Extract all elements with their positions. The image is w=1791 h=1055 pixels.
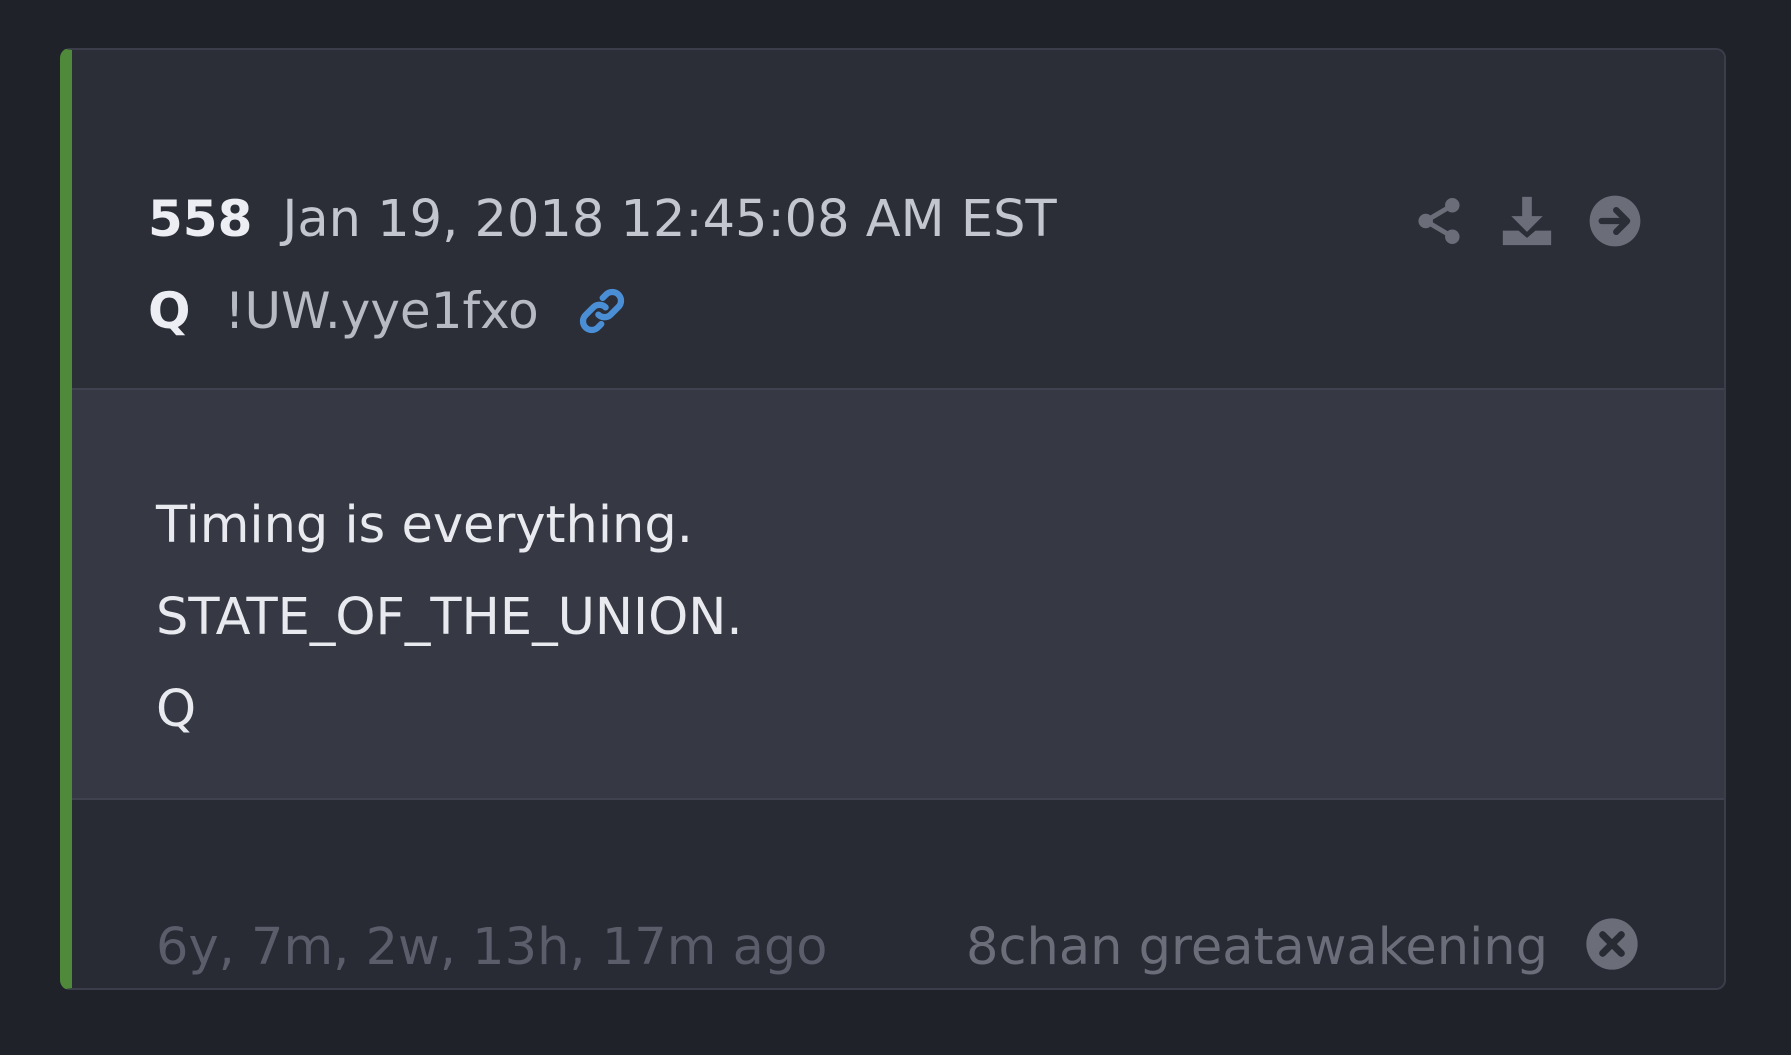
post-actions [1410,192,1644,250]
post-header: 558 Jan 19, 2018 12:45:08 AM EST Q !UW.y… [72,50,1724,390]
post-text: Timing is everything. STATE_OF_THE_UNION… [156,480,743,756]
post-text-line: Q [156,680,197,739]
post-footer: 6y, 7m, 2w, 13h, 17m ago 8chan greatawak… [72,800,1724,988]
post-card: 558 Jan 19, 2018 12:45:08 AM EST Q !UW.y… [60,48,1726,990]
post-meta: 558 Jan 19, 2018 12:45:08 AM EST [148,190,1057,249]
post-date: Jan 19, 2018 12:45:08 AM EST [282,190,1057,249]
link-icon[interactable] [573,282,631,340]
post-body: Timing is everything. STATE_OF_THE_UNION… [72,390,1724,800]
post-text-line: Timing is everything. [156,496,693,555]
tripcode: !UW.yye1fxo [224,282,539,340]
post-number: 558 [148,190,253,248]
arrow-right-circle-icon[interactable] [1586,192,1644,250]
post-text-line: STATE_OF_THE_UNION. [156,588,743,647]
author-name: Q [148,282,191,340]
download-icon[interactable] [1498,192,1556,250]
post-age: 6y, 7m, 2w, 13h, 17m ago [156,918,828,977]
author-row: Q !UW.yye1fxo [148,282,631,340]
post-source: 8chan greatawakening [966,918,1548,977]
close-circle-icon[interactable] [1584,916,1640,972]
share-icon[interactable] [1410,192,1468,250]
